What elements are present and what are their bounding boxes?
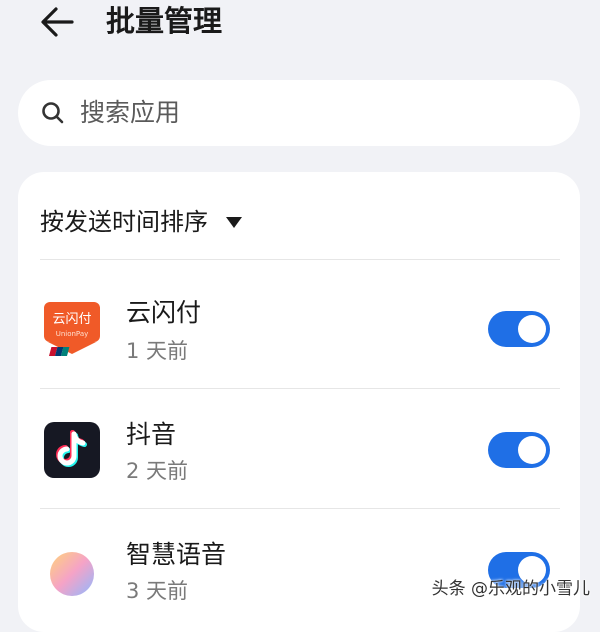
back-button[interactable] (38, 2, 78, 42)
search-icon (42, 102, 64, 124)
douyin-app-icon (44, 422, 100, 478)
search-input[interactable]: 搜索应用 (80, 95, 180, 131)
toggle-knob (518, 315, 546, 343)
caret-down-icon (226, 216, 242, 228)
notification-toggle[interactable] (488, 432, 550, 468)
app-name: 抖音 (126, 420, 177, 449)
app-time: 3 天前 (126, 579, 189, 603)
smart-voice-app-icon (44, 546, 100, 602)
app-time: 2 天前 (126, 459, 189, 483)
app-time: 1 天前 (126, 339, 189, 363)
sort-label: 按发送时间排序 (40, 208, 208, 236)
unionpay-icon-subtext: UnionPay (56, 330, 89, 338)
unionpay-app-icon: 云闪付 UnionPay (44, 300, 100, 356)
divider (40, 259, 560, 260)
notification-toggle[interactable] (488, 311, 550, 347)
toggle-knob (518, 436, 546, 464)
divider (40, 508, 560, 509)
app-name: 智慧语音 (126, 540, 227, 569)
app-name: 云闪付 (126, 298, 202, 327)
divider (40, 388, 560, 389)
header-bar: 批量管理 (0, 0, 600, 50)
unionpay-icon-text: 云闪付 (52, 312, 91, 327)
page-title: 批量管理 (106, 4, 223, 38)
sort-dropdown[interactable]: 按发送时间排序 (40, 202, 242, 242)
arrow-left-icon (41, 7, 74, 37)
watermark: 头条 @乐观的小雪儿 (431, 579, 590, 599)
